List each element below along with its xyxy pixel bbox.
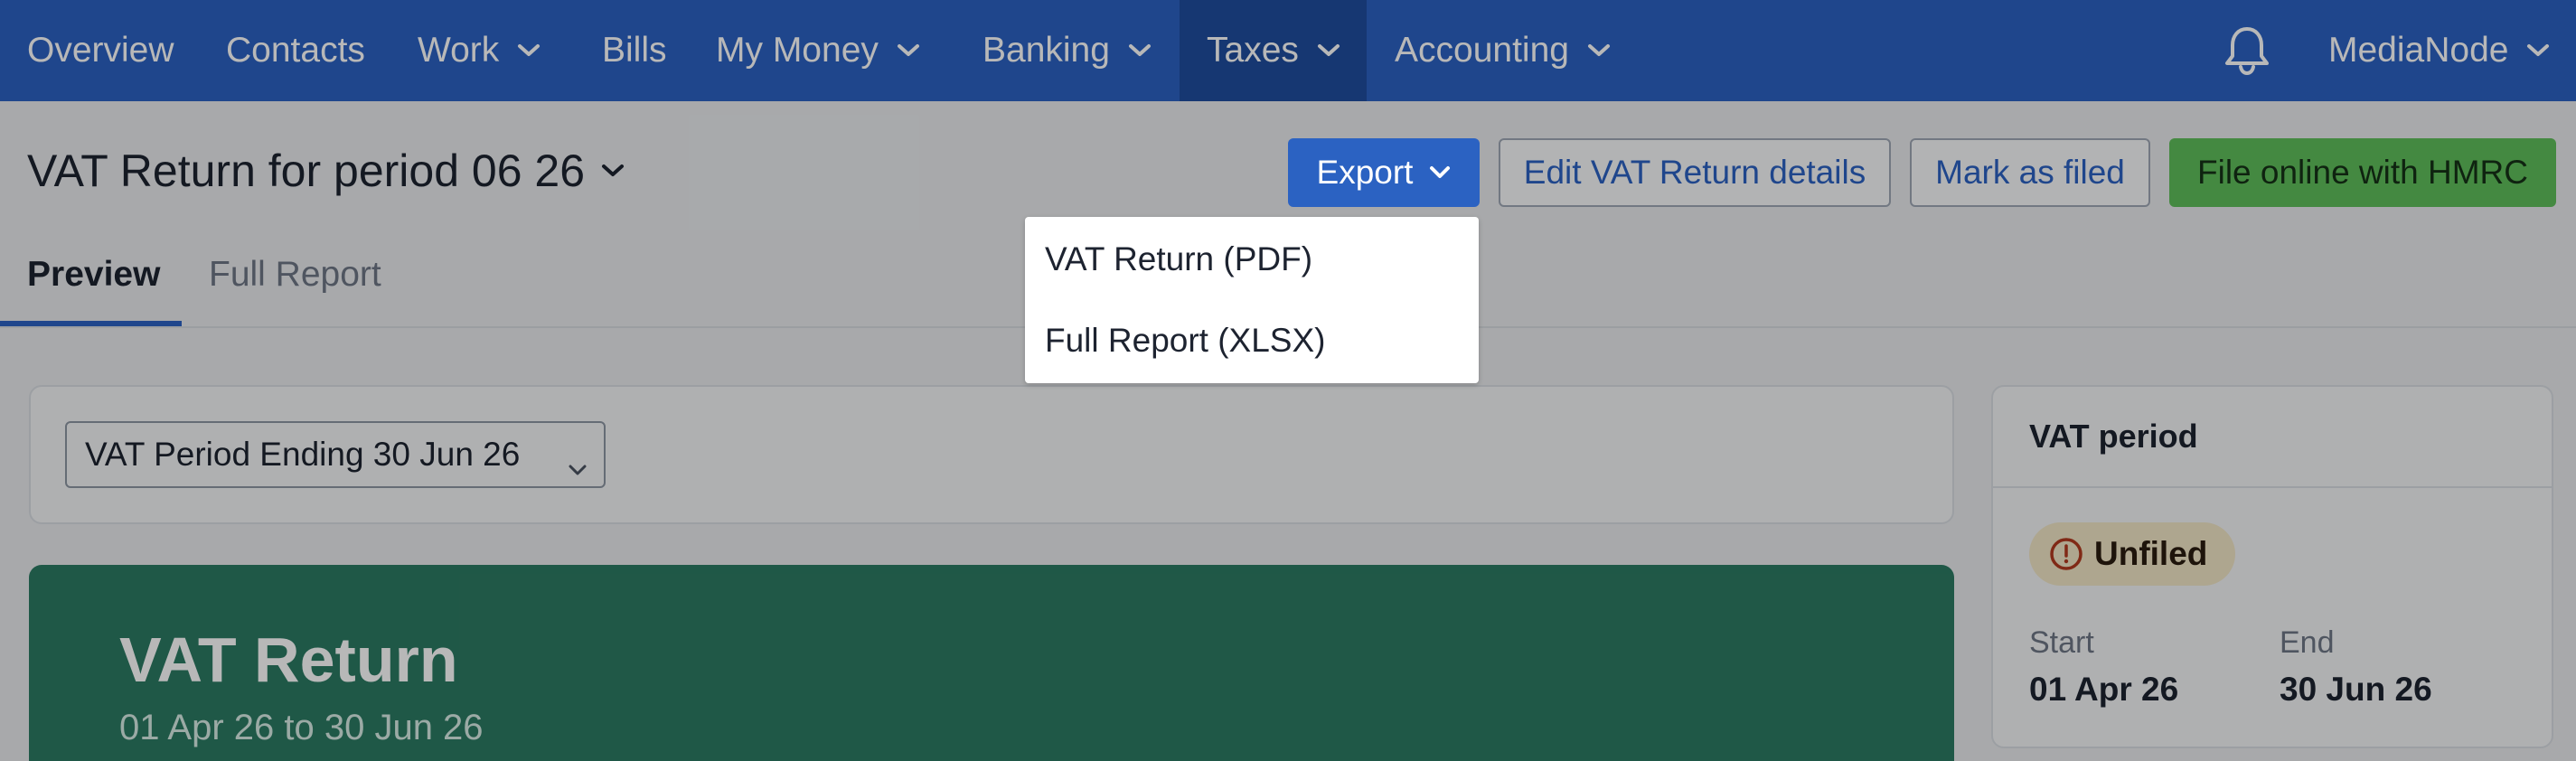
export-button-label: Export: [1316, 154, 1414, 191]
export-menu: VAT Return (PDF) Full Report (XLSX): [1025, 217, 1479, 383]
chevron-down-icon: [1429, 165, 1451, 180]
export-button[interactable]: Export: [1288, 138, 1480, 207]
menu-item-full-report-xlsx[interactable]: Full Report (XLSX): [1045, 322, 1326, 360]
menu-item-vat-return-pdf[interactable]: VAT Return (PDF): [1045, 240, 1312, 278]
